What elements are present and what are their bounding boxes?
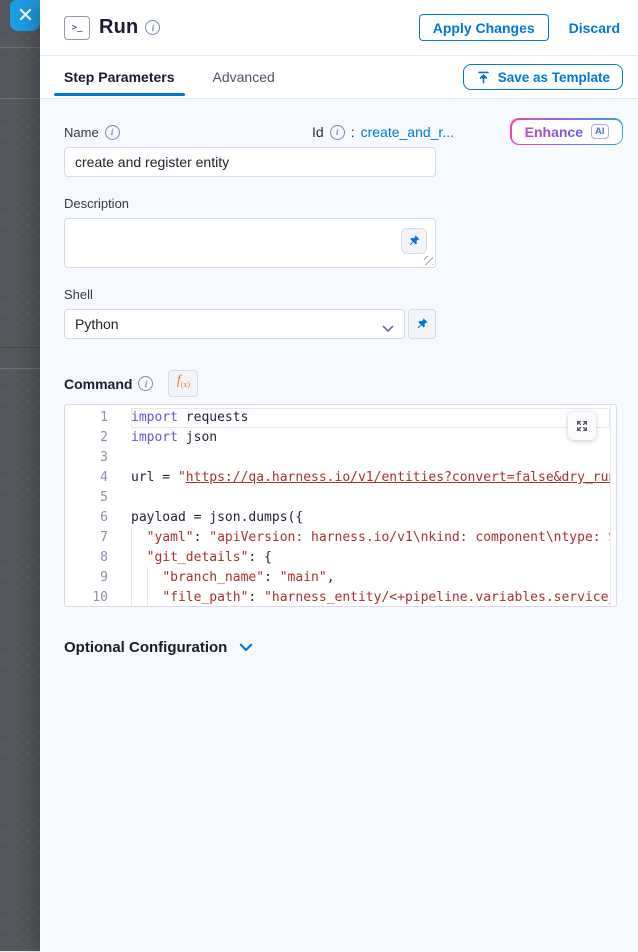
editor-fullscreen-button[interactable]: [568, 412, 596, 440]
editor-scrollbar-track[interactable]: [610, 405, 611, 606]
code-line-4[interactable]: 4url = "https://qa.harness.io/v1/entitie…: [65, 468, 616, 488]
name-label: Name: [64, 125, 99, 140]
step-title-info-icon[interactable]: i: [145, 20, 160, 35]
description-label: Description: [64, 196, 617, 211]
drawer-tab-bar: Step Parameters Advanced Save as Templat…: [40, 56, 638, 99]
line-number: 1: [65, 408, 131, 428]
close-drawer-button[interactable]: [10, 0, 40, 31]
pushpin-icon: [415, 317, 429, 331]
pushpin-icon: [407, 234, 421, 248]
drawer-header: >_ Run i Apply Changes Discard: [40, 0, 638, 56]
line-number: 10: [65, 588, 131, 607]
code-line-7[interactable]: 7 "yaml": "apiVersion: harness.io/v1\nki…: [65, 528, 616, 548]
line-number: 2: [65, 428, 131, 448]
command-block: Command i f (x) 1import requests2import …: [64, 370, 617, 607]
code-rows: 1import requests2import json34url = "htt…: [65, 405, 616, 607]
id-separator: :: [351, 124, 355, 140]
close-icon: [19, 8, 32, 24]
code-line-10[interactable]: 10 "file_path": "harness_entity/<+pipeli…: [65, 588, 616, 607]
save-as-template-label: Save as Template: [498, 70, 610, 85]
description-block: Description: [64, 196, 617, 268]
shell-label: Shell: [64, 287, 617, 302]
optional-configuration-label: Optional Configuration: [64, 639, 227, 656]
code-line-5[interactable]: 5: [65, 488, 616, 508]
chevron-down-icon: [239, 643, 253, 652]
code-line-2[interactable]: 2import json: [65, 428, 616, 448]
tab-step-parameters[interactable]: Step Parameters: [64, 56, 175, 98]
line-number: 7: [65, 528, 131, 548]
code-line-3[interactable]: 3: [65, 448, 616, 468]
step-config-drawer: >_ Run i Apply Changes Discard Step Para…: [40, 0, 638, 951]
name-input[interactable]: [64, 147, 436, 177]
save-as-template-button[interactable]: Save as Template: [463, 64, 623, 90]
shell-selected-value: Python: [75, 316, 119, 332]
description-pin-button[interactable]: [401, 228, 427, 254]
line-number: 3: [65, 448, 131, 468]
name-info-icon[interactable]: i: [105, 125, 120, 140]
canvas-divider: [0, 98, 40, 99]
command-label-group: Command i: [64, 376, 153, 392]
optional-configuration-toggle[interactable]: Optional Configuration: [64, 639, 617, 656]
canvas-divider: [0, 347, 40, 348]
command-info-icon[interactable]: i: [138, 376, 153, 391]
code-line-6[interactable]: 6payload = json.dumps({: [65, 508, 616, 528]
line-number: 4: [65, 468, 131, 488]
enhance-ai-button[interactable]: Enhance AI: [510, 118, 623, 145]
step-config-drawer-screen: >_ Run i Apply Changes Discard Step Para…: [0, 0, 638, 951]
ai-badge: AI: [591, 124, 609, 139]
step-id-group: Id i : create_and_r...: [312, 124, 454, 140]
header-actions: Apply Changes Discard: [419, 14, 620, 41]
enhance-label: Enhance: [525, 124, 583, 140]
description-textarea[interactable]: [64, 218, 436, 268]
apply-changes-button[interactable]: Apply Changes: [419, 14, 549, 41]
step-parameters-form: Enhance AI Name i Id i : create_and_r...: [40, 99, 638, 952]
canvas-divider: [0, 368, 40, 369]
code-line-8[interactable]: 8 "git_details": {: [65, 548, 616, 568]
step-title: Run: [99, 16, 138, 39]
discard-button[interactable]: Discard: [569, 20, 620, 36]
code-line-1[interactable]: 1import requests: [65, 408, 616, 428]
shell-pin-button[interactable]: [408, 309, 436, 339]
expression-fx-button[interactable]: f (x): [168, 370, 198, 397]
expand-icon: [575, 419, 589, 433]
id-info-icon[interactable]: i: [330, 125, 345, 140]
line-number: 9: [65, 568, 131, 588]
name-label-group: Name i: [64, 125, 120, 140]
line-number: 8: [65, 548, 131, 568]
line-number: 6: [65, 508, 131, 528]
code-line-9[interactable]: 9 "branch_name": "main",: [65, 568, 616, 588]
textarea-resize-handle[interactable]: [424, 256, 433, 265]
command-label: Command: [64, 376, 132, 392]
pipeline-canvas-backdrop: [0, 0, 40, 951]
canvas-divider: [0, 47, 40, 48]
name-id-row: Name i Id i : create_and_r...: [64, 124, 454, 140]
line-number: 5: [65, 488, 131, 508]
shell-block: Shell Python: [64, 287, 617, 339]
chevron-down-icon: [382, 320, 394, 336]
id-value: create_and_r...: [361, 124, 454, 140]
shell-select[interactable]: Python: [64, 309, 405, 339]
tab-advanced[interactable]: Advanced: [213, 56, 275, 98]
command-code-editor[interactable]: 1import requests2import json34url = "htt…: [64, 404, 617, 607]
id-label: Id: [312, 124, 324, 140]
save-as-template-icon: [476, 70, 491, 85]
run-step-terminal-icon: >_: [64, 16, 90, 40]
